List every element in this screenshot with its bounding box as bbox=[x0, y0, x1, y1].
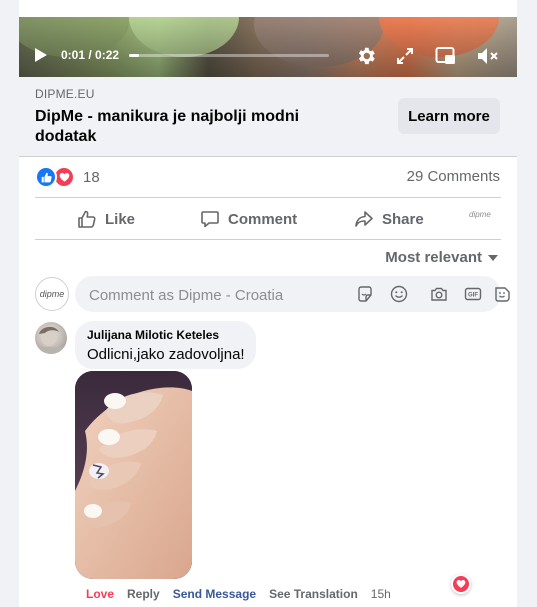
video-progress-fill bbox=[129, 54, 139, 57]
svg-text:GIF: GIF bbox=[468, 293, 478, 299]
video-time: 0:01 / 0:22 bbox=[61, 48, 120, 62]
camera-icon[interactable] bbox=[430, 285, 448, 303]
see-translation-link[interactable]: See Translation bbox=[269, 587, 358, 601]
reaction-summary[interactable]: 18 bbox=[35, 166, 100, 188]
divider bbox=[35, 197, 501, 198]
comment-timestamp[interactable]: 15h bbox=[371, 587, 391, 601]
chevron-down-icon bbox=[488, 254, 498, 261]
post-card: 0:01 / 0:22 DIPME.EU DipMe - manikura je… bbox=[19, 0, 517, 607]
like-label: Like bbox=[105, 210, 136, 228]
emoji-icon[interactable] bbox=[390, 285, 408, 303]
like-icon bbox=[35, 166, 57, 188]
comment-label: Comment bbox=[228, 210, 298, 228]
learn-more-button[interactable]: Learn more bbox=[398, 98, 500, 134]
comment-actions: Love Reply Send Message See Translation … bbox=[86, 587, 404, 601]
share-button[interactable]: Share bbox=[354, 200, 424, 238]
link-domain: DIPME.EU bbox=[35, 87, 95, 101]
video-progress-bar[interactable] bbox=[129, 54, 329, 57]
picture-in-picture-icon[interactable] bbox=[435, 46, 457, 66]
page-avatar[interactable]: dipme bbox=[35, 277, 69, 311]
fullscreen-icon[interactable] bbox=[395, 46, 415, 66]
comment-icon bbox=[201, 211, 219, 228]
commenter-avatar[interactable] bbox=[35, 322, 67, 354]
share-label: Share bbox=[382, 210, 424, 228]
share-icon bbox=[355, 211, 373, 227]
sort-label: Most relevant bbox=[385, 249, 482, 266]
volume-muted-icon[interactable] bbox=[475, 45, 499, 67]
gif-icon[interactable]: GIF bbox=[464, 285, 482, 303]
comment-reaction-badge[interactable] bbox=[451, 574, 471, 594]
comment-text: Odlicni,jako zadovoljna! bbox=[87, 346, 245, 363]
like-button[interactable]: Like bbox=[77, 200, 135, 238]
comment-bubble: Julijana Milotic Keteles Odlicni,jako za… bbox=[75, 321, 256, 369]
divider bbox=[35, 239, 501, 240]
gear-icon[interactable] bbox=[355, 45, 377, 67]
sticker-icon[interactable] bbox=[356, 285, 374, 303]
love-icon bbox=[453, 576, 469, 592]
page-mark[interactable]: dipme bbox=[469, 210, 491, 219]
comment-reply-link[interactable]: Reply bbox=[127, 587, 160, 601]
comment-sort-dropdown[interactable]: Most relevant bbox=[385, 249, 498, 266]
comment-love-link[interactable]: Love bbox=[86, 587, 114, 601]
link-title[interactable]: DipMe - manikura je najbolji modni dodat… bbox=[35, 107, 325, 147]
comment-input[interactable] bbox=[87, 276, 321, 314]
commenter-name[interactable]: Julijana Milotic Keteles bbox=[87, 328, 219, 342]
play-icon[interactable] bbox=[35, 48, 47, 62]
send-message-link[interactable]: Send Message bbox=[173, 587, 256, 601]
video-player[interactable]: 0:01 / 0:22 bbox=[19, 17, 517, 77]
comment-photo[interactable] bbox=[75, 371, 192, 579]
link-preview[interactable]: DIPME.EU DipMe - manikura je najbolji mo… bbox=[19, 77, 517, 157]
comment-button[interactable]: Comment bbox=[200, 200, 297, 238]
comments-count-link[interactable]: 29 Comments bbox=[407, 168, 500, 185]
thumbs-up-icon bbox=[78, 210, 96, 228]
reaction-count: 18 bbox=[83, 168, 100, 186]
comment-composer[interactable]: GIF bbox=[75, 276, 510, 314]
sticker-face-icon[interactable] bbox=[493, 285, 511, 303]
